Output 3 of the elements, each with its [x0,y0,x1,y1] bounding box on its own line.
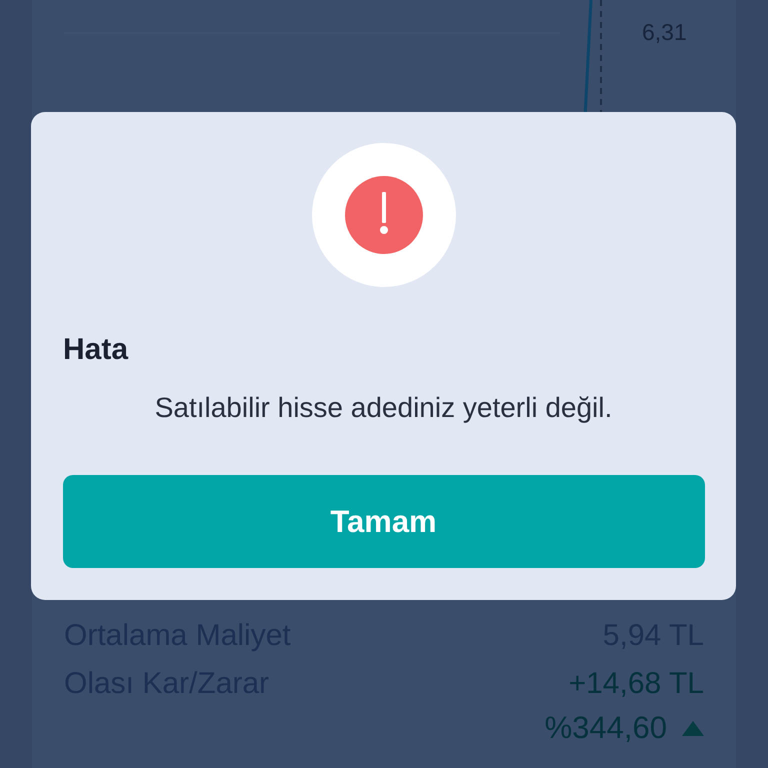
dialog-title: Hata [63,333,128,367]
ok-button[interactable]: Tamam [62,475,704,568]
dialog-message: Satılabilir hisse adediniz yeterli değil. [154,392,612,424]
